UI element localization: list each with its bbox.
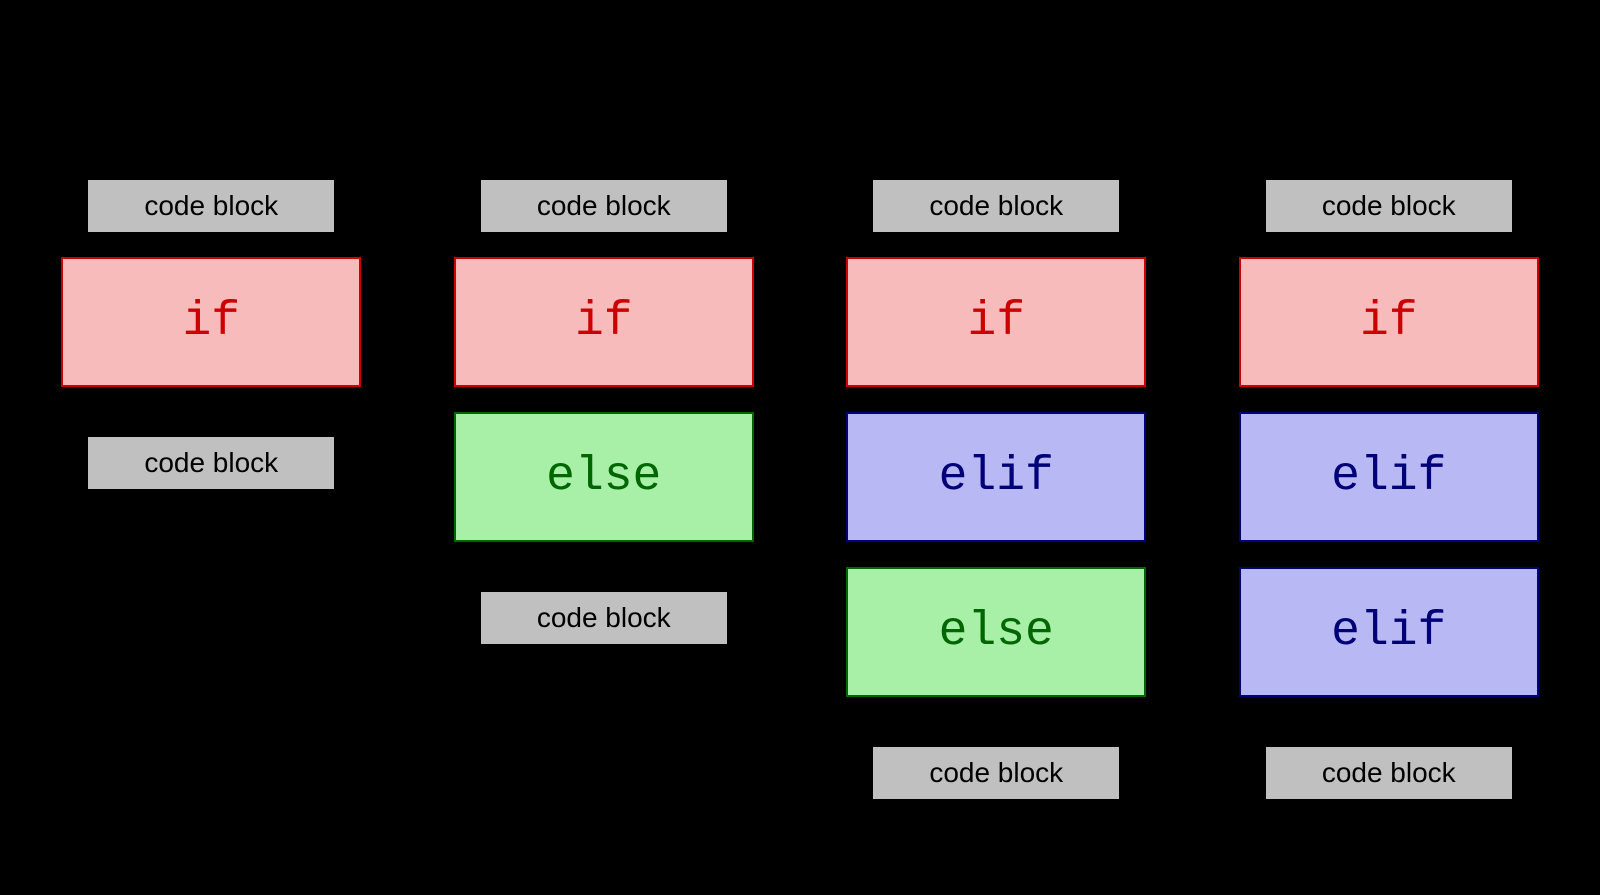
column-3: code block if elif else code block — [846, 180, 1146, 799]
diagram-container: code block if code block code block if e… — [0, 0, 1600, 799]
code-block-label: code block — [1266, 180, 1512, 232]
if-block: if — [61, 257, 361, 387]
if-block: if — [1239, 257, 1539, 387]
if-block: if — [846, 257, 1146, 387]
if-block: if — [454, 257, 754, 387]
code-block-label: code block — [88, 437, 334, 489]
code-block-label: code block — [481, 180, 727, 232]
code-block-label: code block — [481, 592, 727, 644]
code-block-label: code block — [88, 180, 334, 232]
code-block-label: code block — [1266, 747, 1512, 799]
column-1: code block if code block — [61, 180, 361, 799]
else-block: else — [846, 567, 1146, 697]
elif-block: elif — [1239, 567, 1539, 697]
code-block-label: code block — [873, 747, 1119, 799]
elif-block: elif — [1239, 412, 1539, 542]
elif-block: elif — [846, 412, 1146, 542]
else-block: else — [454, 412, 754, 542]
column-2: code block if else code block — [454, 180, 754, 799]
column-4: code block if elif elif code block — [1239, 180, 1539, 799]
code-block-label: code block — [873, 180, 1119, 232]
